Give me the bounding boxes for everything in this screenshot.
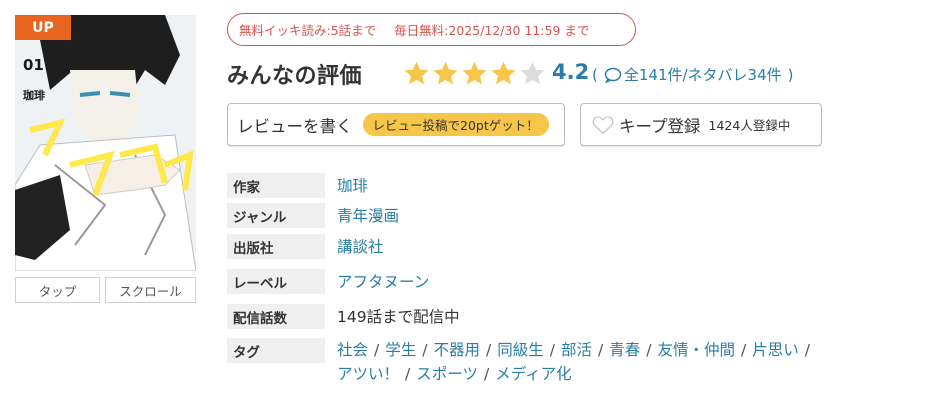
tag-separator: /: [549, 341, 555, 359]
tap-mode-button[interactable]: タップ: [15, 277, 100, 303]
tag-separator: /: [804, 341, 810, 359]
info-label-tags: タグ: [227, 338, 325, 363]
tag-link[interactable]: メディア化: [495, 365, 571, 383]
tag-link[interactable]: 片思い: [752, 341, 799, 359]
info-label-genre: ジャンル: [227, 203, 325, 228]
free-daily-text: 毎日無料:2025/12/30 11:59 まで: [394, 23, 590, 38]
publisher-link[interactable]: 講談社: [337, 235, 384, 257]
review-total[interactable]: 全141件: [624, 64, 683, 85]
tag-link[interactable]: 社会: [337, 341, 368, 359]
info-row-genre: ジャンル 青年漫画: [227, 203, 399, 228]
free-reading-info: 無料イッキ読み:5話まで 毎日無料:2025/12/30 11:59 まで: [227, 13, 636, 46]
info-row-author: 作家 珈琲: [227, 173, 368, 198]
close-paren: ): [787, 65, 794, 84]
star-filled-icon: [404, 61, 429, 85]
info-row-label: レーベル アフタヌーン: [227, 269, 429, 294]
tag-separator: /: [405, 365, 411, 383]
heart-icon: [592, 115, 614, 134]
author-link[interactable]: 珈琲: [337, 174, 368, 196]
rating-stars: [403, 60, 546, 87]
episodes-value: 149話まで配信中: [337, 308, 460, 326]
up-badge: UP: [15, 15, 71, 40]
open-paren: (: [592, 65, 598, 84]
keep-button[interactable]: キープ登録 1424人登録中: [580, 103, 822, 146]
tag-separator: /: [646, 341, 652, 359]
free-ikki-text: 無料イッキ読み:5話まで: [239, 23, 377, 38]
write-review-button[interactable]: レビューを書く レビュー投稿で20ptゲット！: [227, 103, 565, 146]
tag-list: 社会 / 学生 / 不器用 / 同級生 / 部活 / 青春 / 友情・仲間 / 片思い / アツい！ / スポーツ /…: [337, 338, 922, 386]
tag-link[interactable]: 部活: [561, 341, 592, 359]
info-label-episodes: 配信話数: [227, 304, 325, 329]
tag-link[interactable]: スポーツ: [416, 365, 478, 383]
info-label-author: 作家: [227, 173, 325, 198]
tag-link[interactable]: 友情・仲間: [658, 341, 736, 359]
info-row-episodes: 配信話数 149話まで配信中: [227, 304, 460, 329]
review-counts[interactable]: ( 全141件 /ネタバレ34件 ): [592, 64, 794, 85]
star-filled-icon: [462, 61, 487, 85]
cover-author: 珈琲: [23, 88, 45, 102]
tag-separator: /: [598, 341, 604, 359]
cover-image[interactable]: 01 珈琲 UP: [15, 15, 196, 271]
tag-separator: /: [483, 365, 490, 383]
tag-link[interactable]: アツい！: [337, 365, 399, 383]
star-filled-icon: [433, 61, 458, 85]
tag-link[interactable]: 学生: [385, 341, 416, 359]
info-label-label: レーベル: [227, 269, 325, 294]
info-row-publisher: 出版社 講談社: [227, 234, 384, 259]
cover-volume: 01: [23, 56, 44, 74]
tag-separator: /: [486, 341, 492, 359]
label-link[interactable]: アフタヌーン: [337, 270, 429, 292]
review-spoiler[interactable]: /ネタバレ34件: [683, 64, 782, 85]
tag-separator: /: [422, 341, 428, 359]
star-empty-icon: [520, 61, 545, 85]
review-points-badge: レビュー投稿で20ptゲット！: [362, 113, 549, 136]
genre-link[interactable]: 青年漫画: [337, 204, 399, 226]
tag-separator: /: [374, 341, 380, 359]
star-filled-icon: [491, 61, 516, 85]
keep-count: 1424人登録中: [708, 118, 791, 133]
keep-label: キープ登録: [619, 116, 701, 136]
speech-bubble-icon: [604, 67, 622, 83]
cover-artwork: 01 珈琲: [15, 15, 196, 271]
scroll-mode-button[interactable]: スクロール: [105, 277, 196, 303]
tag-link[interactable]: 不器用: [434, 341, 481, 359]
tag-link[interactable]: 同級生: [497, 341, 544, 359]
info-label-publisher: 出版社: [227, 234, 325, 259]
rating-score: 4.2: [552, 60, 590, 84]
tag-separator: /: [741, 341, 747, 359]
write-review-label: レビューを書く: [237, 116, 353, 136]
rating-title: みんなの評価: [227, 64, 363, 89]
tag-link[interactable]: 青春: [609, 341, 640, 359]
info-row-tags: タグ: [227, 338, 325, 363]
